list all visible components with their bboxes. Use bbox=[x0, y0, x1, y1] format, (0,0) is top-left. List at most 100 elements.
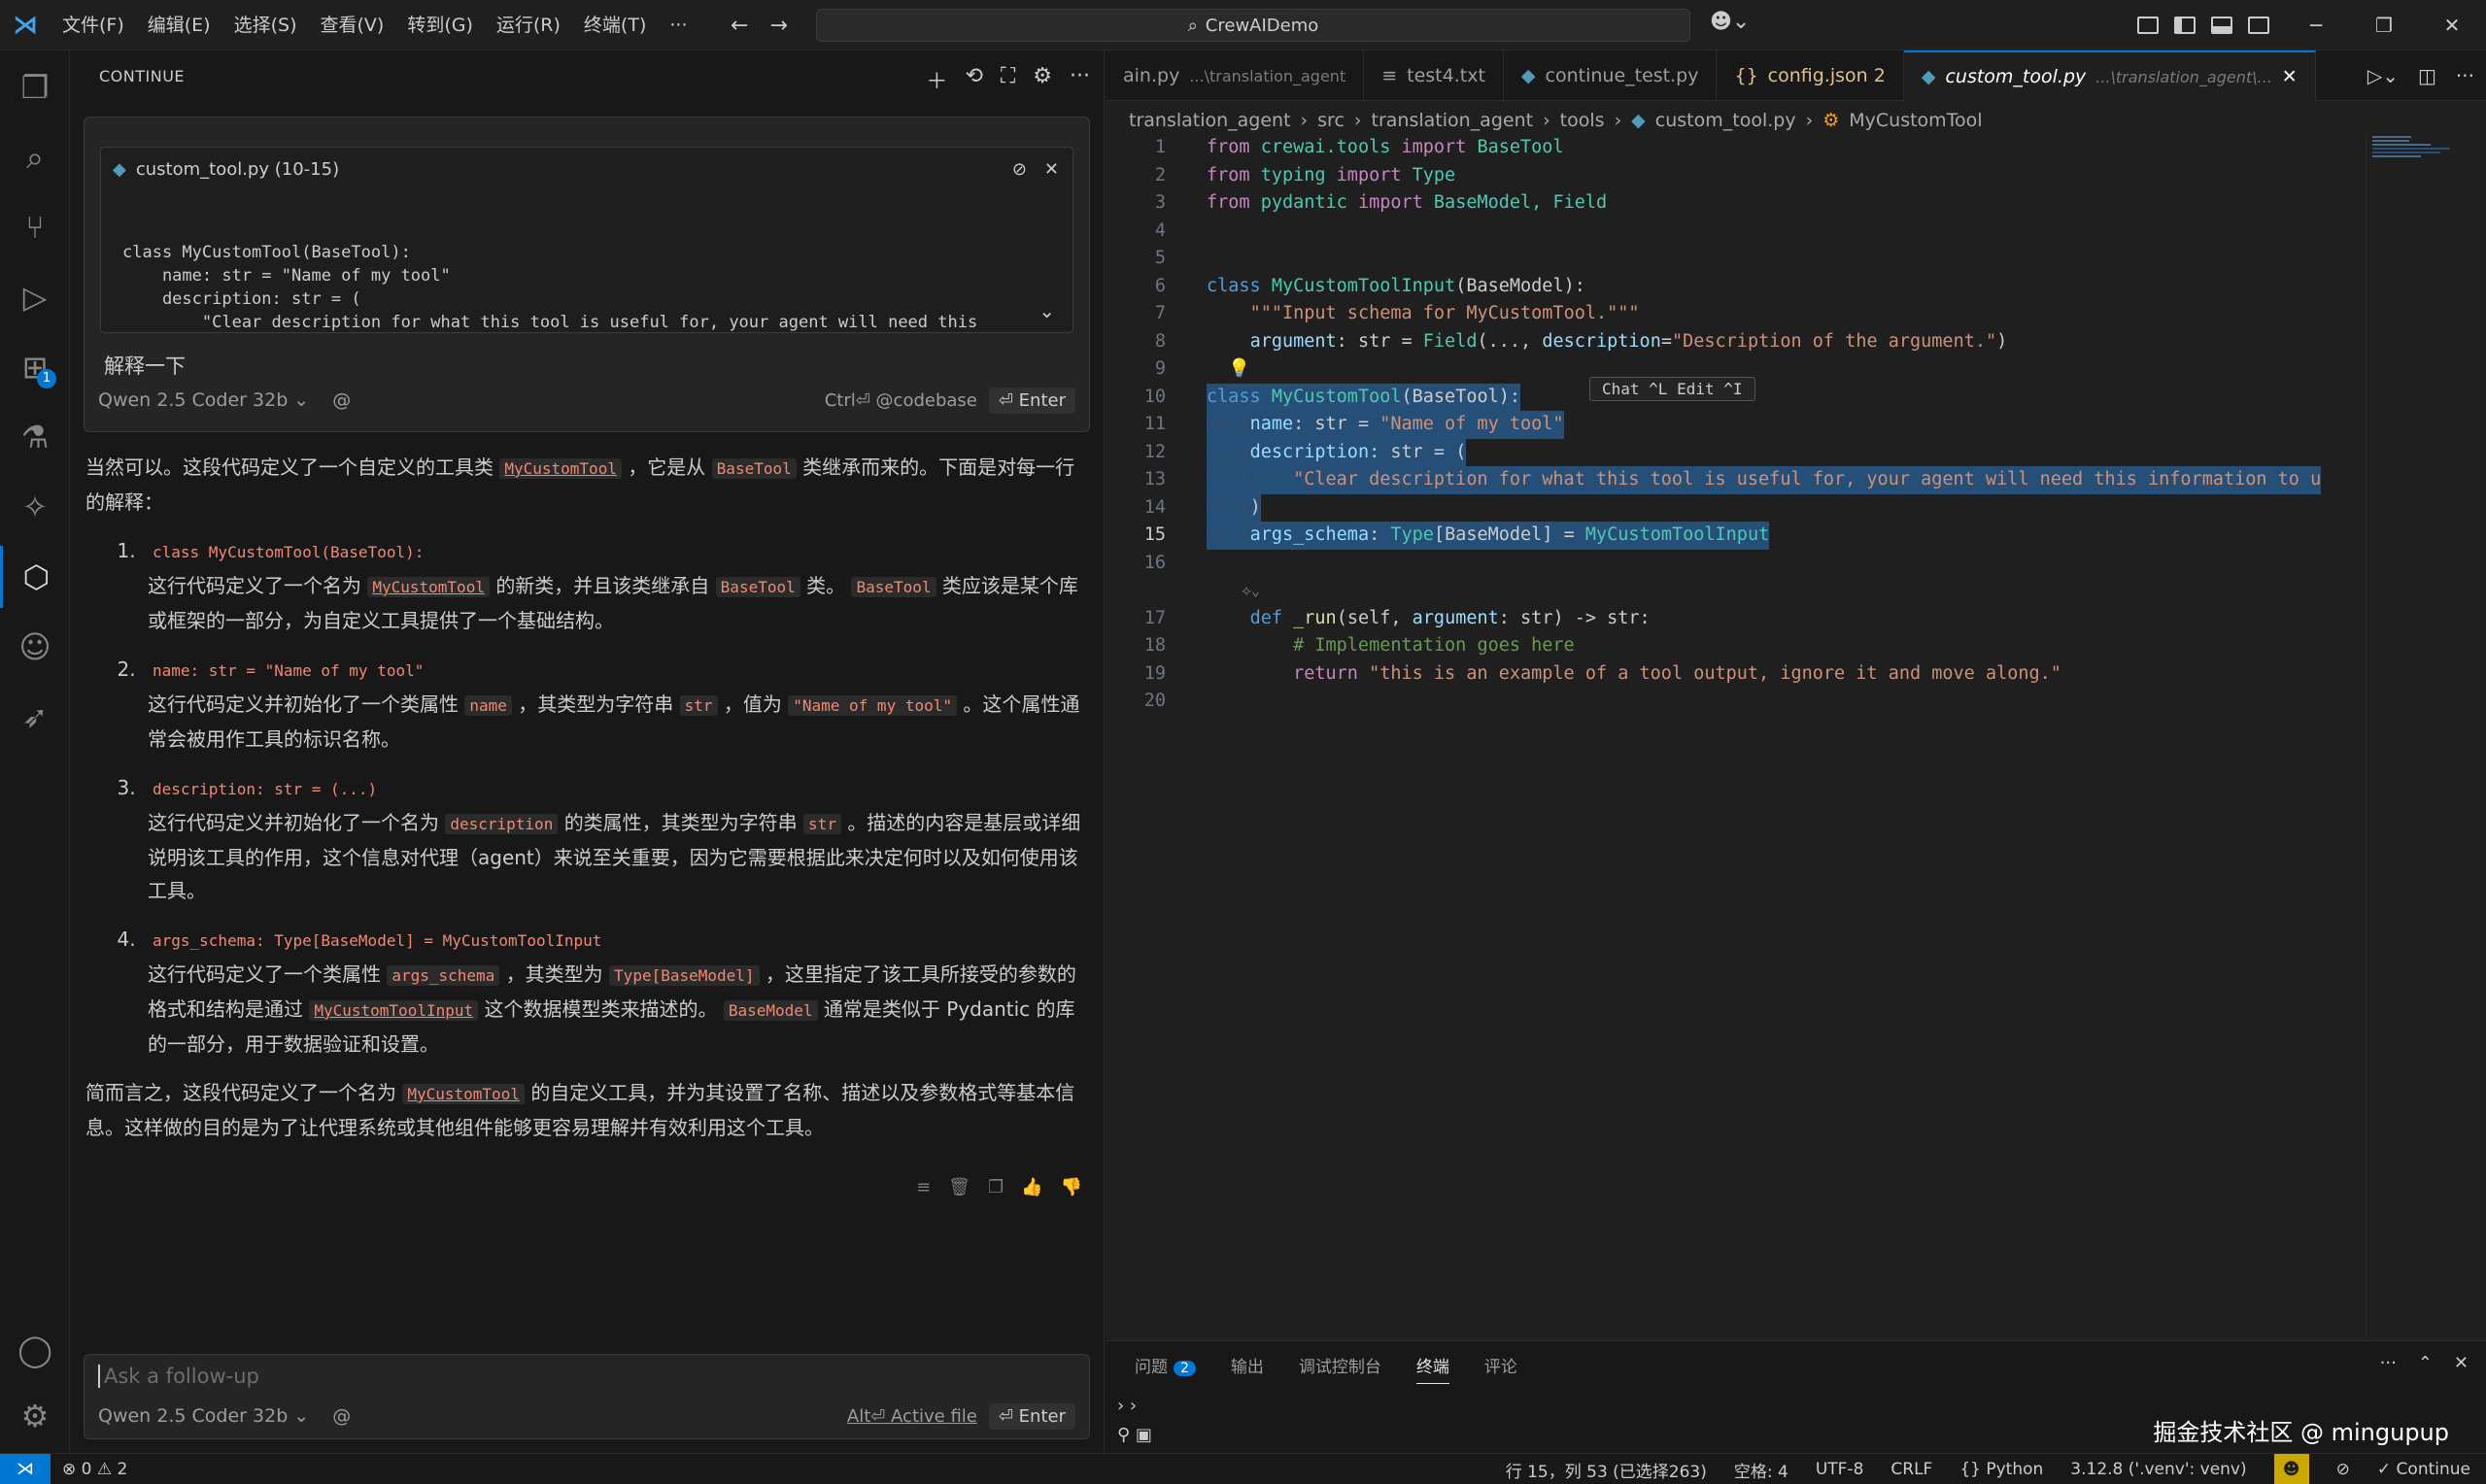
menu-view[interactable]: 查看(V) bbox=[309, 0, 396, 51]
command-center-search[interactable]: ⌕ CrewAIDemo bbox=[816, 9, 1690, 42]
delete-icon[interactable]: 🗑 bbox=[948, 1177, 971, 1197]
menu-selection[interactable]: 选择(S) bbox=[222, 0, 309, 51]
menu-more[interactable]: ··· bbox=[658, 0, 698, 51]
new-chat-icon[interactable]: ＋ bbox=[926, 64, 947, 95]
forward-arrow-icon[interactable]: → bbox=[769, 14, 787, 38]
codelens-icon[interactable]: ⟡⌄ bbox=[1207, 577, 1260, 605]
minimize-button[interactable]: ─ bbox=[2282, 14, 2350, 37]
breadcrumb-item[interactable]: translation_agent bbox=[1372, 110, 1534, 131]
code-line: 18 # Implementation goes here bbox=[1143, 635, 1575, 656]
enter-button[interactable]: ⏎ Enter bbox=[988, 1403, 1075, 1430]
continue-status[interactable]: ✓ Continue bbox=[2377, 1460, 2470, 1479]
at-mention-icon[interactable]: @ bbox=[332, 389, 351, 411]
language-mode[interactable]: {} Python bbox=[1959, 1460, 2043, 1479]
run-debug-icon[interactable]: ▷ bbox=[0, 266, 70, 328]
breadcrumb-item[interactable]: translation_agent bbox=[1129, 110, 1291, 131]
close-icon[interactable]: ✕ bbox=[1044, 159, 1059, 180]
breadcrumb-item[interactable]: MyCustomTool bbox=[1849, 110, 1982, 131]
chevron-down-icon[interactable]: ⌄ bbox=[1039, 299, 1055, 322]
breadcrumb-item[interactable]: tools bbox=[1560, 110, 1605, 131]
maximize-panel-icon[interactable]: ⌃ bbox=[2418, 1353, 2433, 1373]
more-icon[interactable]: ··· bbox=[1070, 64, 1090, 95]
split-editor-icon[interactable]: ◫ bbox=[2418, 64, 2436, 87]
insert-icon[interactable]: ≡ bbox=[916, 1177, 931, 1197]
thumbs-down-icon[interactable]: 👎 bbox=[1061, 1177, 1082, 1197]
hide-icon[interactable]: ⊘ bbox=[1012, 159, 1027, 180]
copilot-chat-icon[interactable]: ☺ bbox=[0, 616, 70, 678]
code-line: 13 ········"Clear description for what th… bbox=[1106, 466, 2359, 494]
model-selector[interactable]: Qwen 2.5 Coder 32b ⌄ bbox=[98, 1405, 309, 1427]
tab-main-py[interactable]: ain.py ...\translation_agent bbox=[1106, 51, 1365, 101]
at-mention-icon[interactable]: @ bbox=[332, 1405, 351, 1427]
settings-gear-icon[interactable]: ⚙ bbox=[0, 1385, 70, 1447]
customize-layout-icon[interactable] bbox=[2137, 17, 2159, 34]
response-intro: 当然可以。这段代码定义了一个自定义的工具类 MyCustomTool ，它是从 … bbox=[85, 455, 1075, 514]
tab-custom-tool-py[interactable]: ◆ custom_tool.py ...\translation_agent\...… bbox=[1903, 51, 2316, 101]
rocket-icon[interactable]: ➶ bbox=[0, 686, 70, 748]
extensions-icon[interactable]: ⊞ 1 bbox=[0, 336, 70, 398]
copilot-icon[interactable]: ☻⌄ bbox=[1710, 10, 1750, 34]
run-file-icon[interactable]: ▷⌄ bbox=[2367, 64, 2399, 87]
menu-file[interactable]: 文件(F) bbox=[51, 0, 136, 51]
active-file-hint[interactable]: Alt⏎ Active file bbox=[847, 1406, 977, 1427]
source-control-icon[interactable]: ⑂ bbox=[0, 196, 70, 258]
problems-status[interactable]: ⊗ 0 ⚠ 2 bbox=[62, 1460, 127, 1479]
code-editor[interactable]: 1 from crewai.tools import BaseTool 2 from… bbox=[1106, 134, 2359, 716]
history-icon[interactable]: ⟲ bbox=[965, 64, 982, 95]
close-window-button[interactable]: ✕ bbox=[2418, 14, 2486, 37]
remote-indicator-icon[interactable]: ⋊ bbox=[0, 1453, 51, 1484]
tab-comments[interactable]: 评论 bbox=[1484, 1353, 1517, 1384]
continue-chat-panel: CONTINUE ＋ ⟲ ⛶ ⚙ ··· ◆ custom_tool.py (1… bbox=[70, 51, 1105, 1453]
inline-chat-edit-hint[interactable]: Chat ^L Edit ^I bbox=[1589, 377, 1755, 401]
lightbulb-icon[interactable]: 💡 bbox=[1207, 355, 1250, 384]
minimap[interactable] bbox=[2366, 134, 2472, 1338]
copilot-status-icon[interactable]: ☻ bbox=[2273, 1454, 2309, 1484]
tab-output[interactable]: 输出 bbox=[1231, 1353, 1264, 1384]
menu-run[interactable]: 运行(R) bbox=[485, 0, 572, 51]
cursor-position[interactable]: 行 15，列 53 (已选择263) bbox=[1506, 1458, 1707, 1482]
explanation-list: class MyCustomTool(BaseTool): 这行代码定义了一个名… bbox=[142, 534, 1086, 1061]
testing-icon[interactable]: ⚗ bbox=[0, 406, 70, 468]
restore-button[interactable]: ❐ bbox=[2350, 14, 2418, 37]
indentation[interactable]: 空格: 4 bbox=[1734, 1458, 1788, 1482]
more-icon[interactable]: ··· bbox=[2380, 1353, 2397, 1373]
more-actions-icon[interactable]: ··· bbox=[2456, 64, 2474, 87]
search-icon[interactable]: ⌕ bbox=[0, 126, 70, 188]
menu-edit[interactable]: 编辑(E) bbox=[136, 0, 222, 51]
tab-debug-console[interactable]: 调试控制台 bbox=[1299, 1353, 1381, 1384]
followup-input[interactable] bbox=[98, 1365, 972, 1388]
model-selector[interactable]: Qwen 2.5 Coder 32b ⌄ bbox=[98, 389, 309, 411]
codebase-hint[interactable]: Ctrl⏎ @codebase bbox=[825, 390, 977, 411]
toggle-secondary-sidebar-icon[interactable] bbox=[2248, 17, 2269, 34]
explorer-icon[interactable]: ❐ bbox=[0, 56, 70, 118]
account-icon[interactable]: ◯ bbox=[0, 1319, 70, 1381]
workspace-name: CrewAIDemo bbox=[1205, 15, 1319, 36]
python-interpreter[interactable]: 3.12.8 ('.venv': venv) bbox=[2070, 1460, 2246, 1479]
tab-problems[interactable]: 问题 2 bbox=[1135, 1353, 1196, 1384]
close-tab-icon[interactable]: ✕ bbox=[2282, 66, 2298, 87]
breadcrumb-item[interactable]: src bbox=[1317, 110, 1345, 131]
close-panel-icon[interactable]: ✕ bbox=[2454, 1353, 2469, 1373]
back-arrow-icon[interactable]: ← bbox=[731, 14, 748, 38]
tab-test4-txt[interactable]: ≡ test4.txt bbox=[1364, 51, 1504, 101]
enter-button[interactable]: ⏎ Enter bbox=[988, 388, 1075, 414]
notifications-off-icon[interactable]: ⊘ bbox=[2336, 1460, 2350, 1479]
crewai-icon[interactable]: ✧ bbox=[0, 476, 70, 538]
menu-terminal[interactable]: 终端(T) bbox=[572, 0, 658, 51]
toggle-panel-icon[interactable] bbox=[2211, 17, 2232, 34]
menu-go[interactable]: 转到(G) bbox=[395, 0, 485, 51]
gear-icon[interactable]: ⚙ bbox=[1033, 64, 1052, 95]
copy-icon[interactable]: ❐ bbox=[988, 1177, 1004, 1197]
fullscreen-icon[interactable]: ⛶ bbox=[1001, 64, 1015, 95]
thumbs-up-icon[interactable]: 👍 bbox=[1021, 1177, 1042, 1197]
encoding[interactable]: UTF-8 bbox=[1816, 1460, 1864, 1479]
prompt-box[interactable]: ◆ custom_tool.py (10-15) ⊘ ✕ class MyCus… bbox=[84, 117, 1090, 432]
tab-terminal[interactable]: 终端 bbox=[1415, 1353, 1449, 1384]
breadcrumb-item[interactable]: custom_tool.py bbox=[1655, 110, 1796, 131]
toggle-primary-sidebar-icon[interactable] bbox=[2174, 17, 2196, 34]
tab-config-json[interactable]: {} config.json 2 bbox=[1717, 51, 1904, 101]
continue-icon[interactable]: ⬡ bbox=[0, 546, 70, 608]
tab-continue-test-py[interactable]: ◆ continue_test.py bbox=[1504, 51, 1718, 101]
terminal-tools-icon[interactable]: ⚲ ▣ bbox=[1117, 1421, 1152, 1450]
line-ending[interactable]: CRLF bbox=[1890, 1460, 1932, 1479]
